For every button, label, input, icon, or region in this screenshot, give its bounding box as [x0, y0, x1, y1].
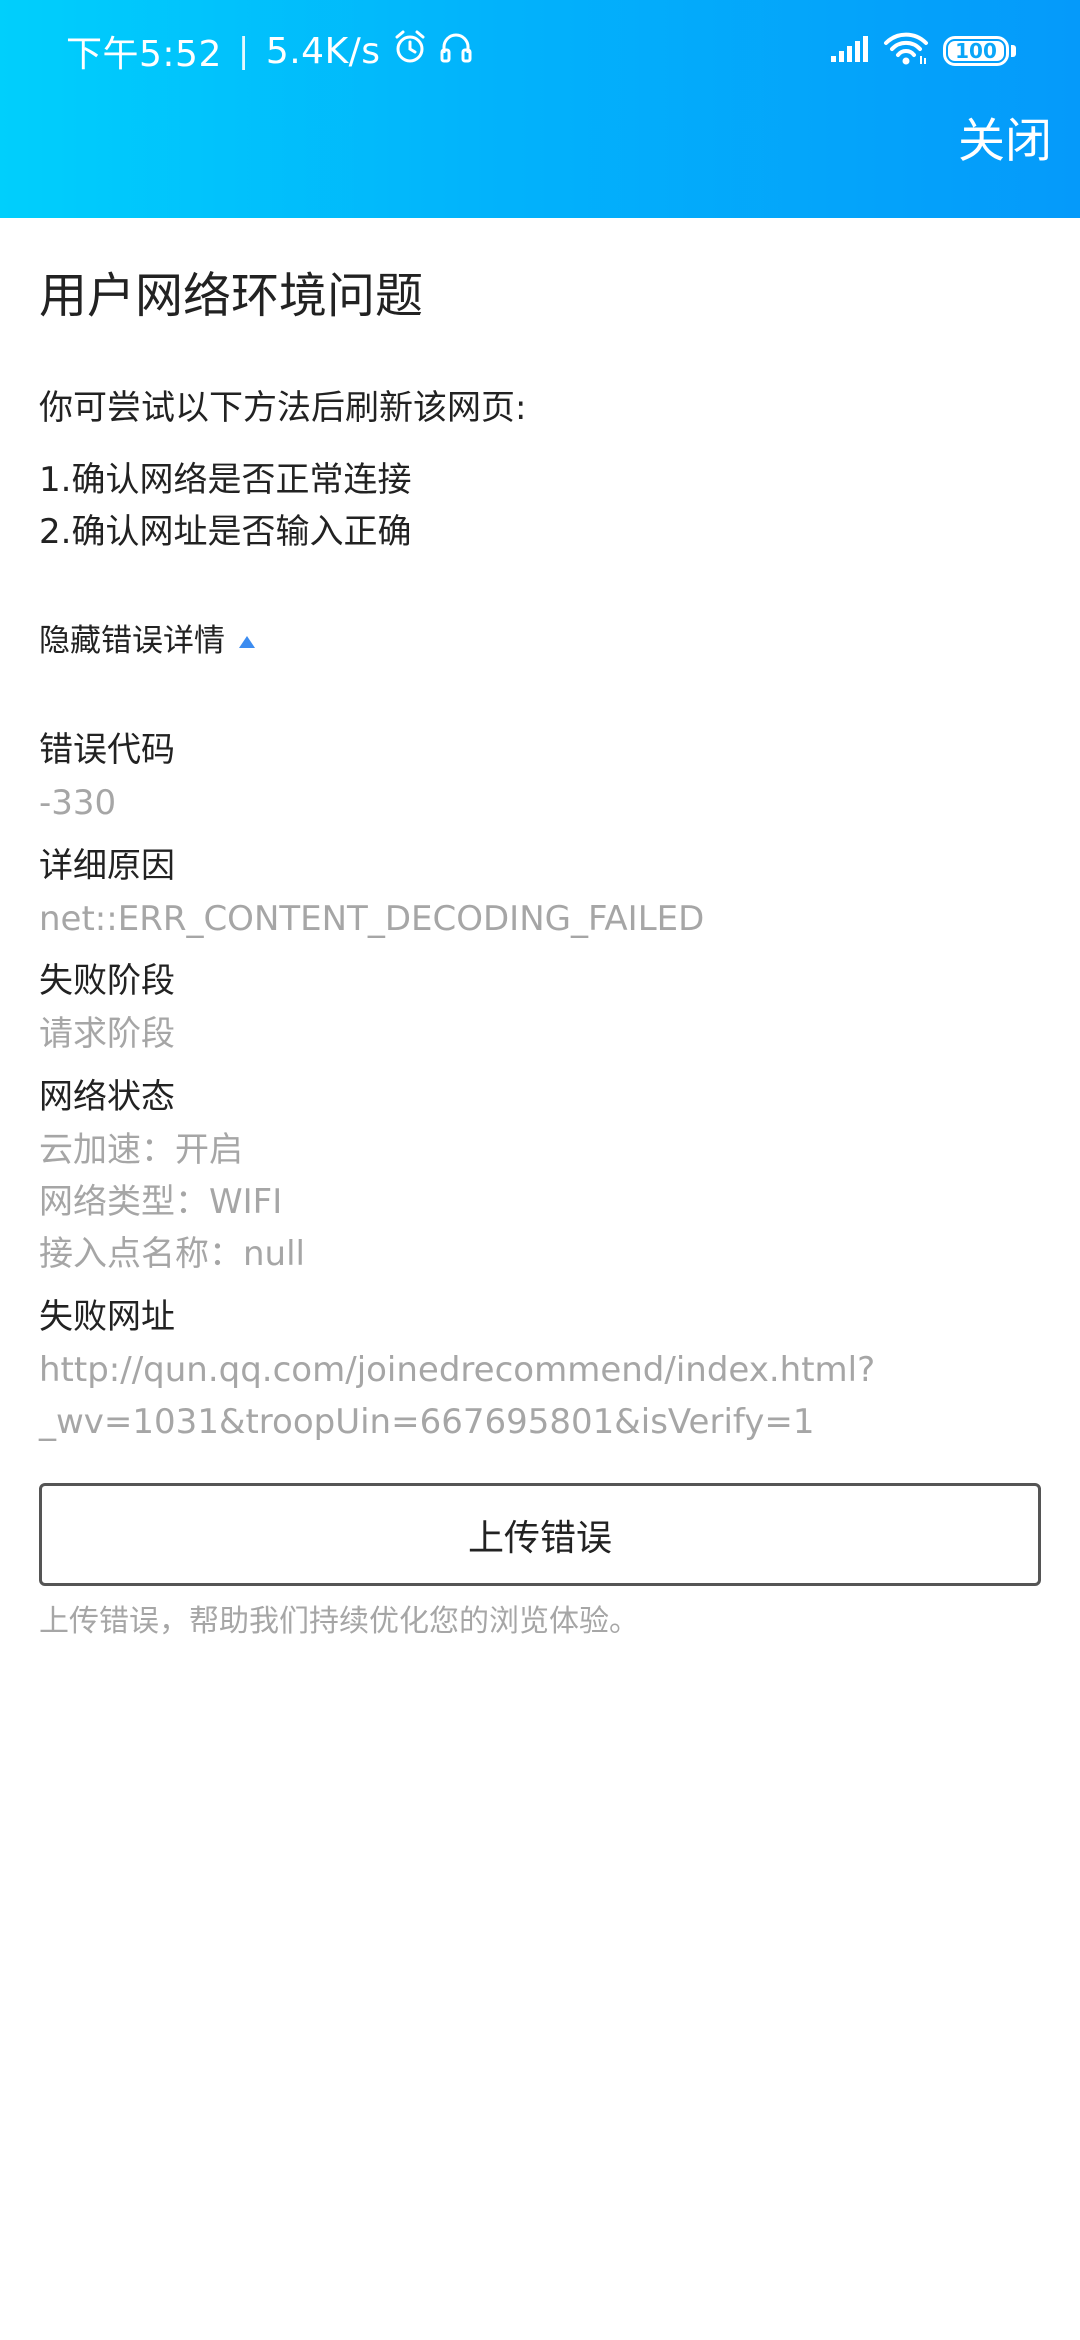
reason-value: net::ERR_CONTENT_DECODING_FAILED: [39, 899, 705, 939]
status-separator: |: [237, 31, 250, 71]
caret-up-icon: [239, 635, 255, 648]
step-item: 2.确认网址是否输入正确: [39, 512, 412, 552]
status-time: 下午5:52: [66, 34, 222, 75]
network-status-line: 接入点名称：null: [39, 1234, 305, 1274]
status-bar: 下午5:52 | 5.4K/s 100: [0, 0, 1080, 100]
steps-list: 1.确认网络是否正常连接 2.确认网址是否输入正确: [39, 454, 411, 558]
failed-url-label: 失败网址: [39, 1297, 175, 1337]
alarm-icon: [393, 29, 427, 74]
close-button[interactable]: 关闭: [958, 114, 1052, 170]
header-bar: 下午5:52 | 5.4K/s 100 关闭: [0, 0, 1080, 218]
step-item: 1.确认网络是否正常连接: [39, 460, 412, 500]
network-status-line: 云加速：开启: [39, 1130, 243, 1170]
status-bar-left: 下午5:52 | 5.4K/s: [66, 26, 473, 76]
error-code-label: 错误代码: [39, 730, 175, 770]
hide-details-toggle[interactable]: 隐藏错误详情: [39, 623, 255, 660]
status-bar-right: 100: [829, 28, 1016, 74]
network-status-label: 网络状态: [39, 1077, 175, 1117]
signal-icon: [829, 34, 871, 68]
upload-hint: 上传错误，帮助我们持续优化您的浏览体验。: [39, 1604, 639, 1639]
wifi-icon: [883, 32, 929, 70]
stage-value: 请求阶段: [39, 1014, 175, 1054]
reason-label: 详细原因: [39, 846, 175, 886]
network-status-line: 网络类型：WIFI: [39, 1182, 283, 1222]
failed-url-line: _wv=1031&troopUin=667695801&isVerify=1: [39, 1402, 815, 1442]
battery-level: 100: [955, 39, 997, 63]
network-speed: 5.4K/s: [265, 30, 381, 72]
battery-indicator: 100: [943, 36, 1009, 66]
headset-icon: [439, 29, 473, 74]
error-code-value: -330: [39, 783, 117, 823]
toggle-label: 隐藏错误详情: [39, 623, 225, 659]
battery-tip: [1011, 45, 1016, 57]
instruction-text: 你可尝试以下方法后刷新该网页:: [39, 388, 527, 428]
page-title: 用户网络环境问题: [39, 268, 424, 324]
stage-label: 失败阶段: [39, 961, 175, 1001]
upload-error-button[interactable]: 上传错误: [39, 1483, 1041, 1586]
failed-url-line: http://qun.qq.com/joinedrecommend/index.…: [39, 1350, 876, 1390]
